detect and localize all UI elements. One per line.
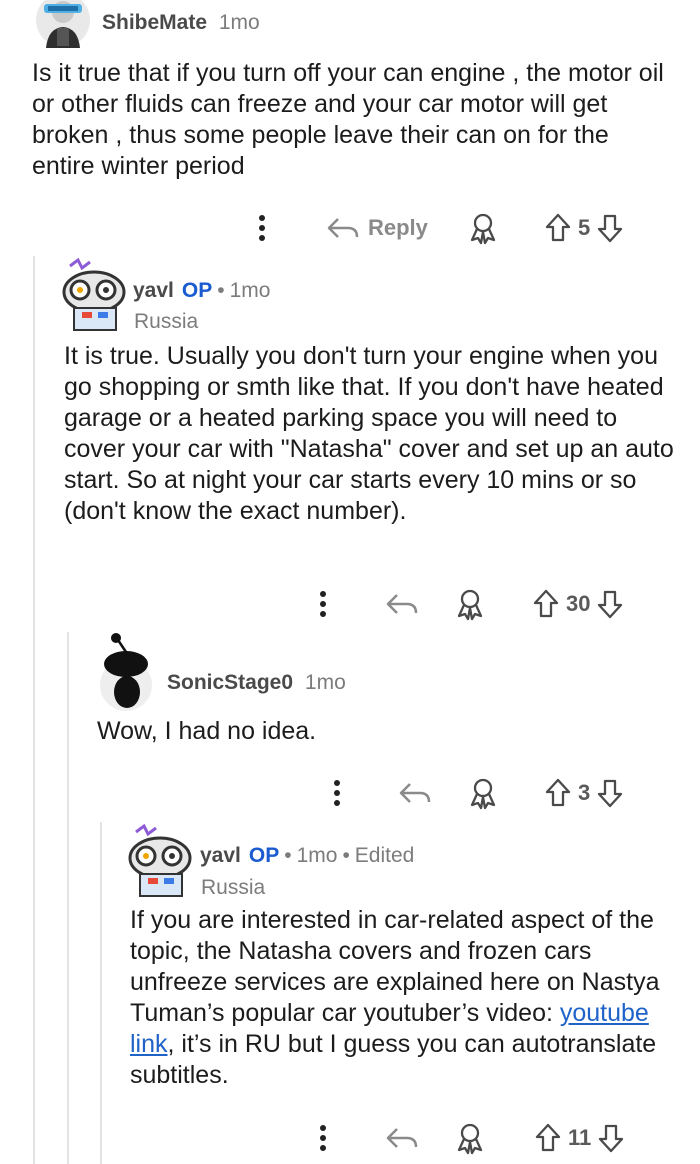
avatar[interactable] <box>98 630 158 717</box>
award-icon <box>470 778 496 810</box>
upvote-icon[interactable] <box>544 210 572 246</box>
award-icon <box>457 1123 483 1155</box>
comment-meta: yavl OP • 1mo <box>133 279 270 303</box>
op-badge: OP <box>181 279 213 302</box>
comment-meta: ShibeMate 1mo <box>102 11 260 35</box>
comment-actions: Reply 5 <box>0 210 700 246</box>
vote-score: 5 <box>578 215 591 240</box>
separator-dot: • <box>284 844 292 867</box>
award-icon <box>457 589 483 621</box>
upvote-icon[interactable] <box>532 586 560 622</box>
upvote-icon[interactable] <box>544 775 572 811</box>
comment-body: It is true. Usually you don't turn your … <box>64 342 674 525</box>
more-options-icon <box>334 780 340 806</box>
downvote-icon[interactable] <box>596 586 624 622</box>
user-flair: Russia <box>134 310 199 333</box>
comment-age: 1mo <box>229 279 271 302</box>
comment-body: Is it true that if you turn off your can… <box>32 59 664 180</box>
user-flair: Russia <box>201 876 266 899</box>
reply-icon <box>399 783 431 803</box>
comment-age: 1mo <box>304 671 346 694</box>
avatar[interactable] <box>60 256 130 341</box>
comment-age: 1mo <box>218 11 260 34</box>
username[interactable]: ShibeMate <box>102 11 207 34</box>
more-options-icon <box>259 215 265 241</box>
more-options-button[interactable] <box>313 1120 333 1156</box>
more-options-icon <box>320 1125 326 1151</box>
op-badge: OP <box>248 844 280 867</box>
more-options-button[interactable] <box>327 775 347 811</box>
edited-label: Edited <box>354 844 415 867</box>
comment-actions: 30 <box>0 586 700 622</box>
reply-label: Reply <box>368 215 428 240</box>
more-options-icon <box>320 591 326 617</box>
separator-dot: • <box>342 844 350 867</box>
separator-dot: • <box>217 279 225 302</box>
thread-line-level-3 <box>100 822 102 1164</box>
award-icon <box>470 213 496 245</box>
vote-controls: 3 <box>544 775 624 811</box>
username[interactable]: yavl <box>133 279 174 302</box>
comment-body: Wow, I had no idea. <box>97 717 317 745</box>
vote-score: 3 <box>578 780 591 805</box>
downvote-icon[interactable] <box>596 210 624 246</box>
comment-actions: 3 <box>0 775 700 811</box>
vote-controls: 11 <box>534 1120 625 1156</box>
vote-score: 11 <box>568 1125 592 1150</box>
reply-icon <box>327 218 359 238</box>
upvote-icon[interactable] <box>534 1120 562 1156</box>
downvote-icon[interactable] <box>596 775 624 811</box>
vote-controls: 30 <box>532 586 624 622</box>
avatar[interactable] <box>126 822 196 907</box>
reply-button[interactable] <box>398 775 432 811</box>
comment-meta: SonicStage0 1mo <box>167 671 346 695</box>
award-button[interactable] <box>455 586 485 622</box>
thread-line-level-1 <box>33 256 35 1164</box>
vote-controls: 5 <box>544 210 624 246</box>
reply-button[interactable] <box>385 586 419 622</box>
reply-icon <box>386 1128 418 1148</box>
award-button[interactable] <box>468 210 498 246</box>
thread-line-level-2 <box>67 632 69 1164</box>
vote-score: 30 <box>566 591 591 616</box>
more-options-button[interactable] <box>252 210 272 246</box>
username[interactable]: SonicStage0 <box>167 671 293 694</box>
comment-age: 1mo <box>296 844 338 867</box>
reply-icon <box>386 594 418 614</box>
downvote-icon[interactable] <box>597 1120 625 1156</box>
avatar[interactable] <box>34 0 92 55</box>
reply-button[interactable] <box>385 1120 419 1156</box>
comment-body-text: , it’s in RU but I guess you can autotra… <box>130 1030 657 1089</box>
comment-meta: yavl OP • 1mo • Edited <box>200 844 414 868</box>
more-options-button[interactable] <box>313 586 333 622</box>
reply-button[interactable]: Reply <box>326 210 428 246</box>
comment-body: If you are interested in car-related asp… <box>130 905 680 1091</box>
comment-actions: 11 <box>0 1120 700 1156</box>
username[interactable]: yavl <box>200 844 241 867</box>
award-button[interactable] <box>468 775 498 811</box>
award-button[interactable] <box>455 1120 485 1156</box>
